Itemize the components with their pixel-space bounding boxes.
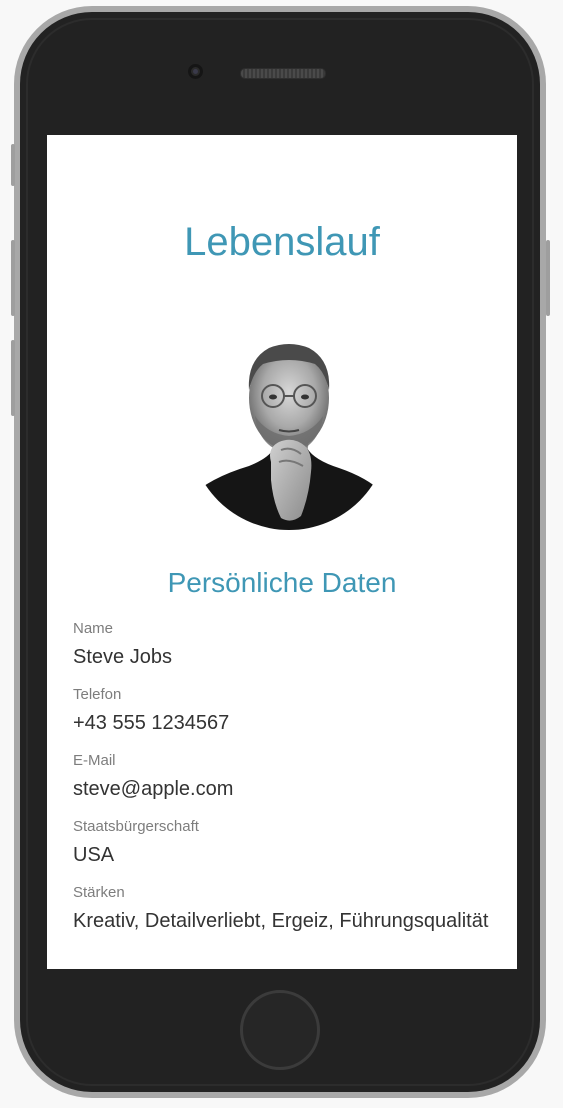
page-title: Lebenslauf — [184, 220, 380, 264]
field-name: Name Steve Jobs — [73, 619, 513, 685]
home-button[interactable] — [240, 990, 320, 1070]
field-phone: Telefon +43 555 1234567 — [73, 685, 513, 751]
front-camera-icon — [188, 64, 203, 79]
field-value: Steve Jobs — [73, 646, 172, 668]
field-strengths: Stärken Kreativ, Detailverliebt, Ergeiz,… — [73, 883, 513, 949]
field-label: Stärken — [73, 884, 125, 901]
volume-down-button — [11, 340, 15, 416]
field-label: Telefon — [73, 686, 122, 703]
field-label: Name — [73, 620, 114, 637]
field-label: Staatsbürgerschaft — [73, 818, 199, 835]
volume-up-button — [11, 240, 15, 316]
speaker-grille — [240, 68, 326, 79]
field-email: E-Mail steve@apple.com — [73, 751, 513, 817]
silent-switch — [11, 144, 15, 186]
field-citizenship: Staatsbürgerschaft USA — [73, 817, 513, 883]
portrait-photo-icon — [189, 330, 389, 530]
field-label: E-Mail — [73, 752, 116, 769]
phone-screen: Lebenslauf Persönliche Daten Name Steve … — [47, 135, 517, 969]
field-value: steve@apple.com — [73, 778, 234, 800]
field-value: USA — [73, 844, 115, 866]
section-title: Persönliche Daten — [167, 567, 397, 598]
field-value: Kreativ, Detailverliebt, Ergeiz, Führung… — [73, 910, 489, 932]
avatar — [189, 330, 389, 530]
personal-data-list: Name Steve Jobs Telefon +43 555 1234567 … — [73, 619, 513, 949]
field-value: +43 555 1234567 — [73, 712, 230, 734]
power-button — [546, 240, 550, 316]
